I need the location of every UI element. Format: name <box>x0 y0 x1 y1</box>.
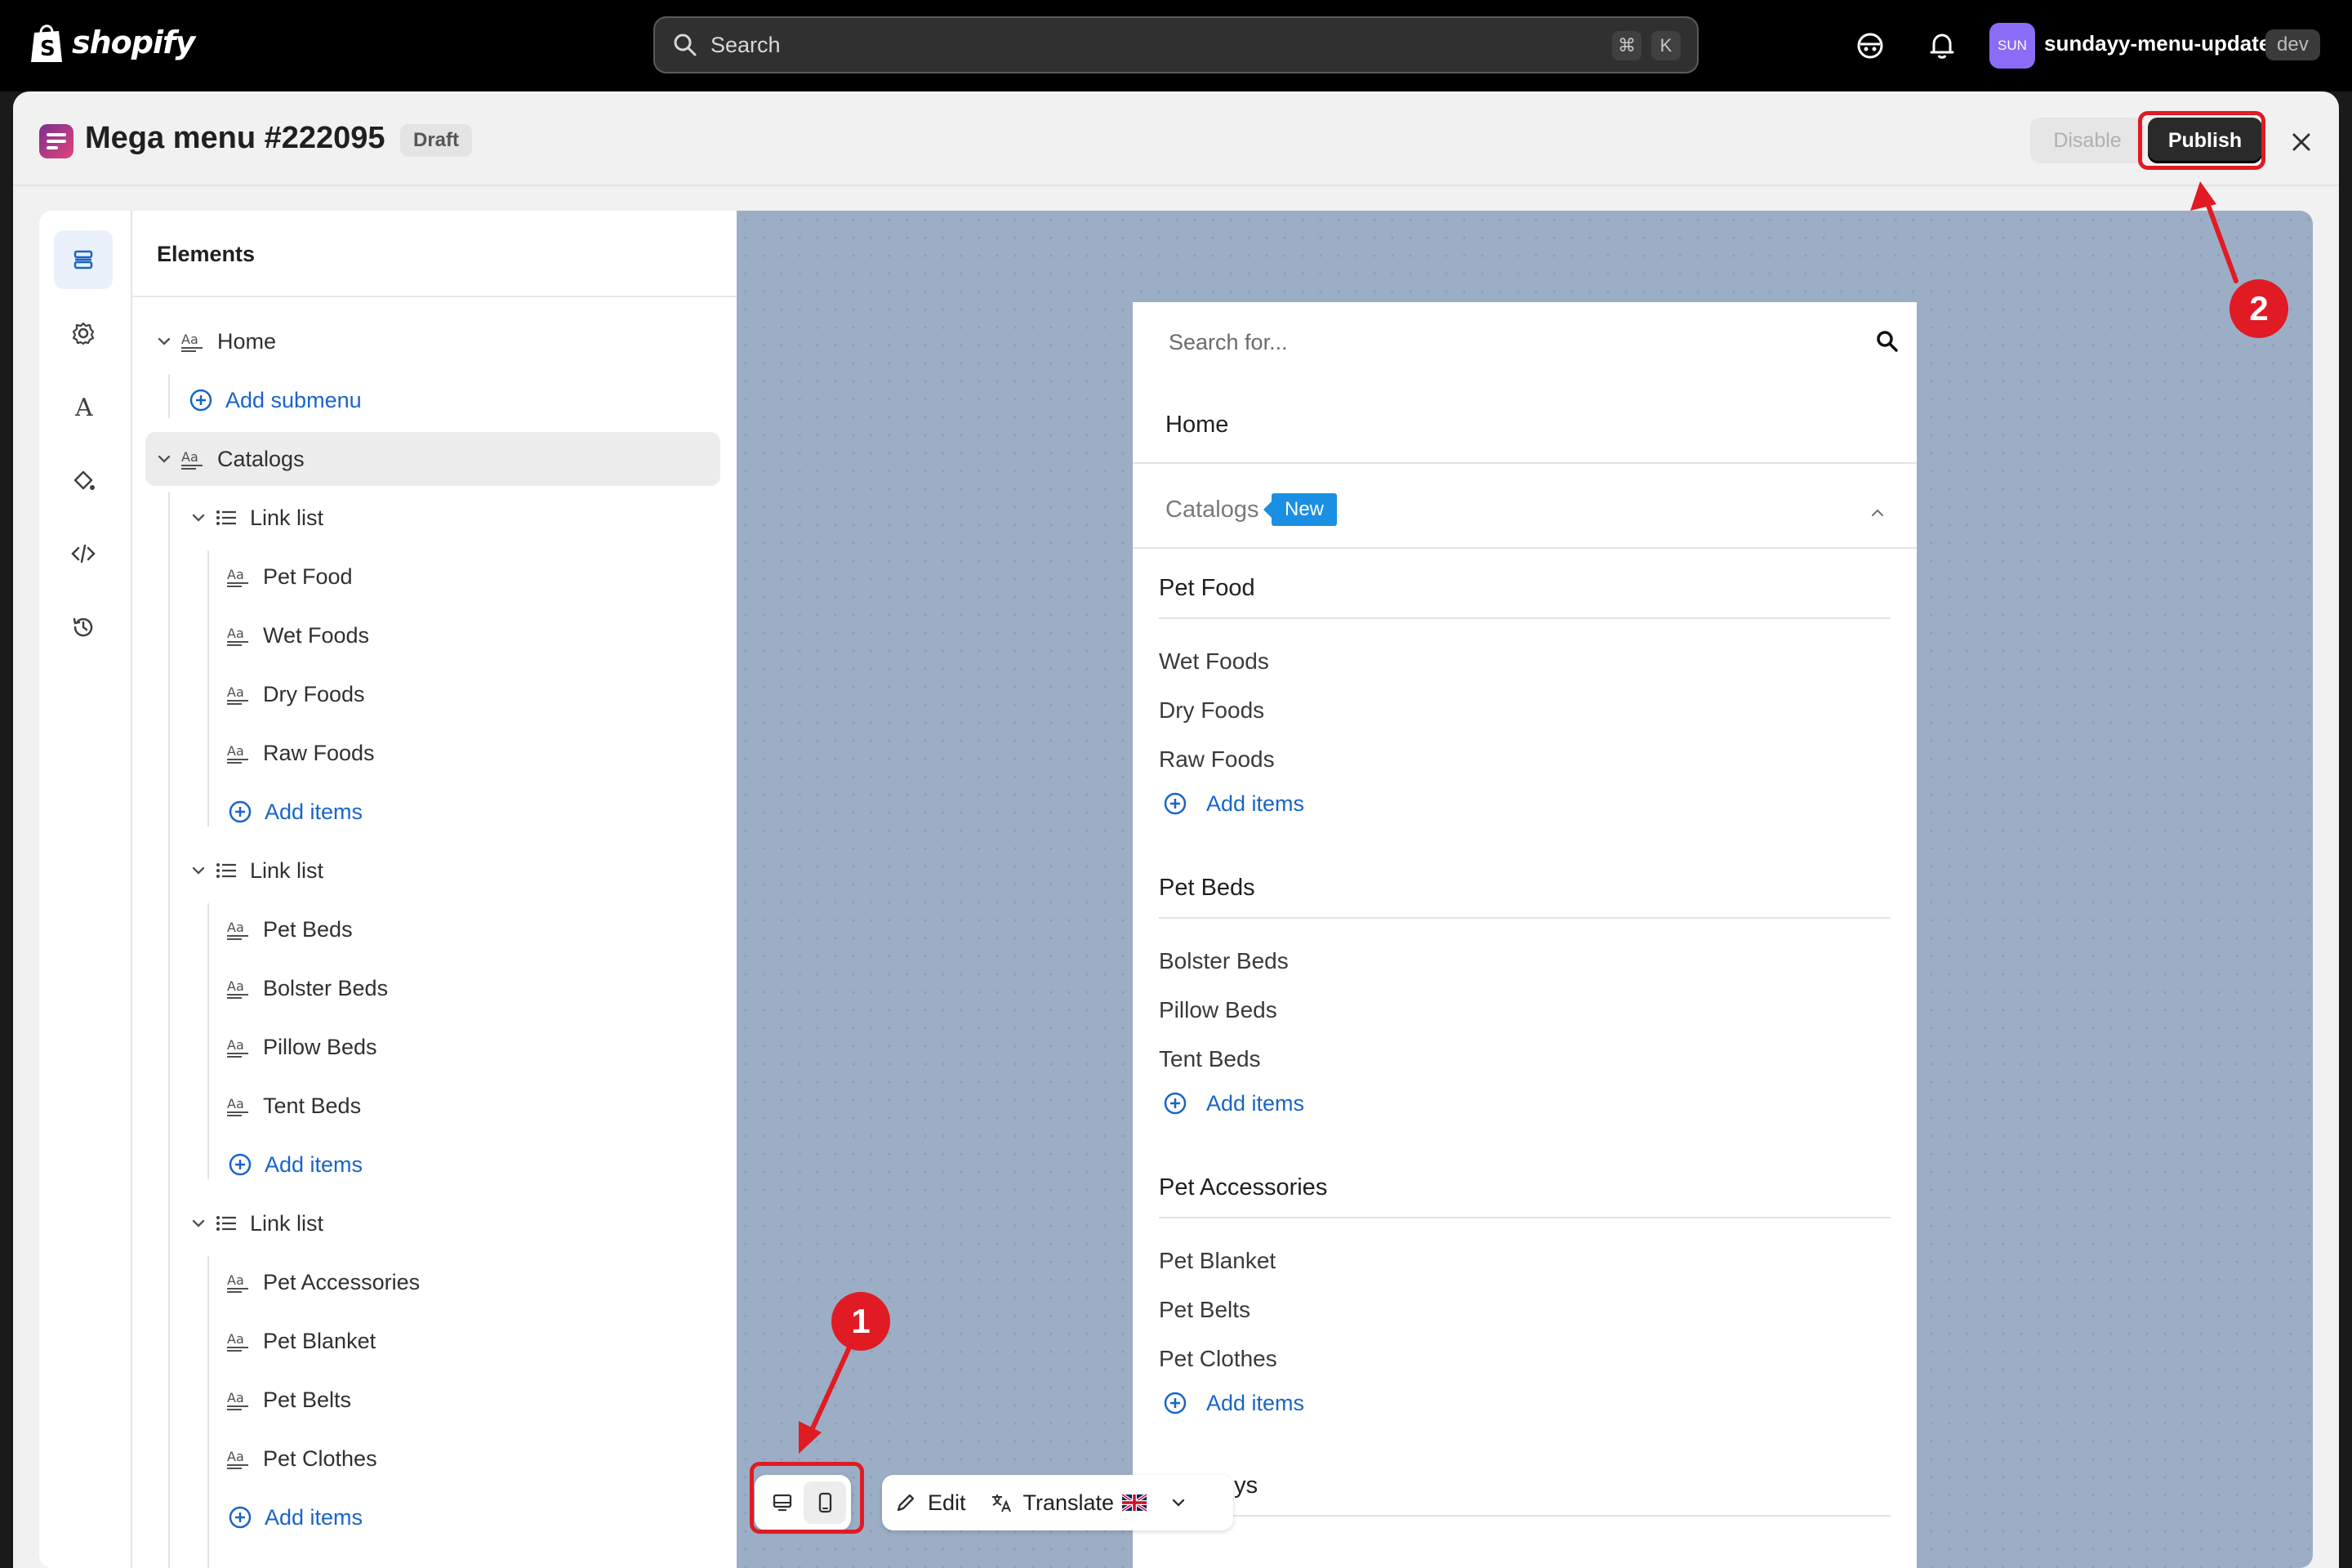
annotation-badge-2: 2 <box>2230 279 2288 338</box>
highlight-device-toggle <box>750 1462 864 1534</box>
highlight-publish <box>2138 111 2265 170</box>
annotation-arrows <box>799 181 2238 1454</box>
annotation-badge-1: 1 <box>831 1292 890 1351</box>
